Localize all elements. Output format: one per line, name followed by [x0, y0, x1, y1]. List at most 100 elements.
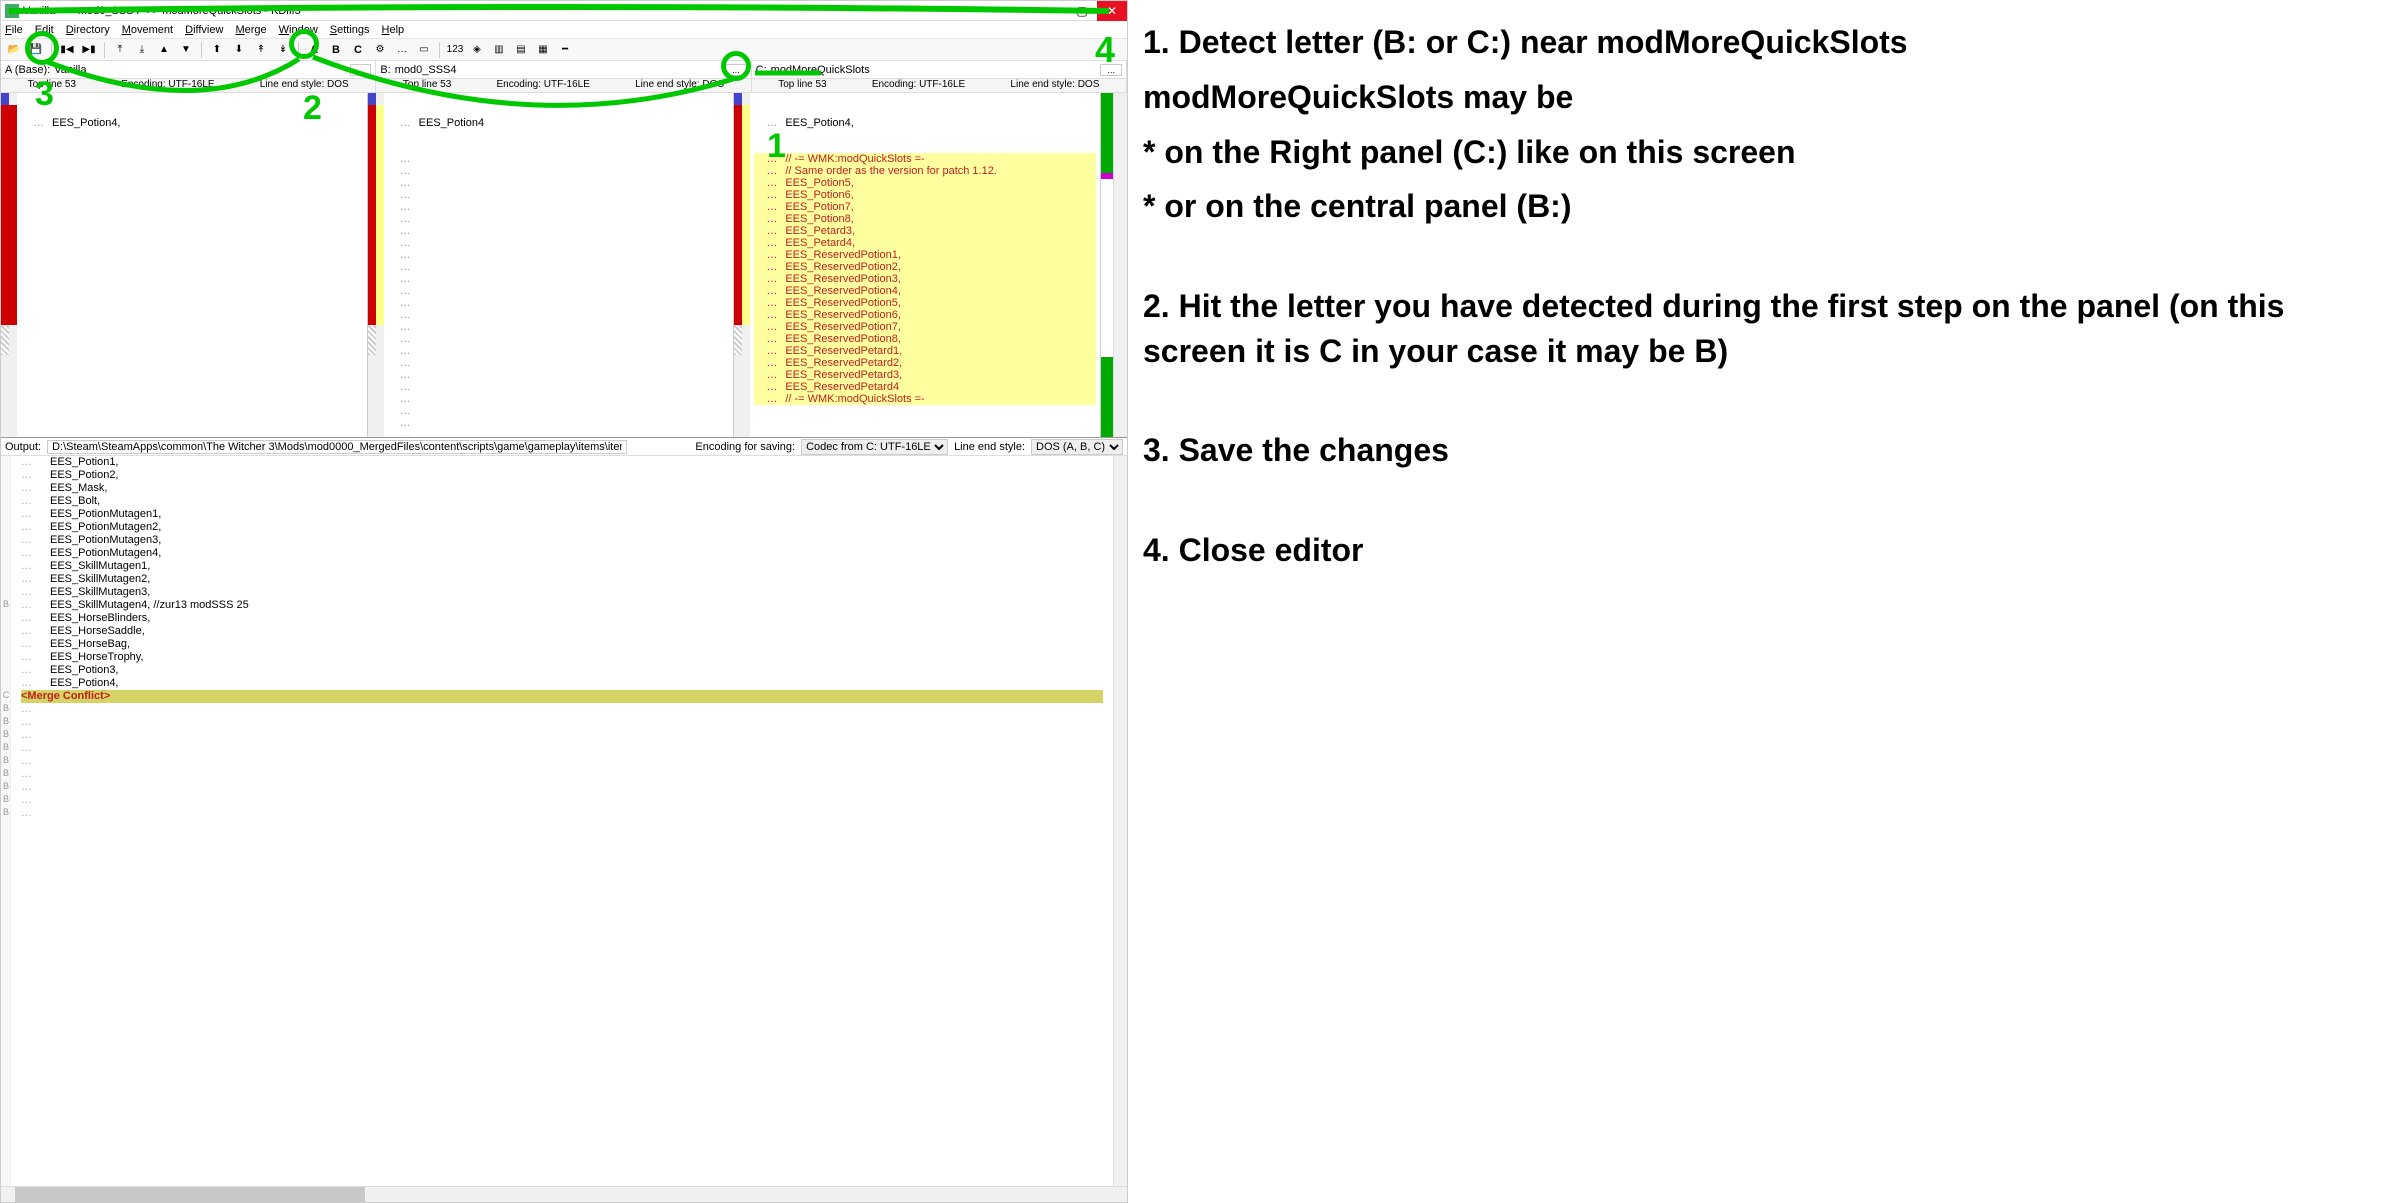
prev-conflict-icon[interactable]: ⬆	[208, 41, 226, 59]
panel-c[interactable]: …EES_Potion4, …// -= WMK:modQuickSlots =…	[734, 93, 1101, 437]
toggle-icon[interactable]: ▦	[534, 41, 552, 59]
diff-line: …EES_Potion7,	[754, 201, 1096, 213]
c-topline: Top line 53	[778, 79, 826, 92]
minimize-button[interactable]: —	[1037, 1, 1067, 21]
line-numbers-button[interactable]: 123	[446, 41, 464, 59]
output-line: …EES_SkillMutagen2,	[21, 573, 1103, 586]
menu-help[interactable]: Help	[382, 24, 405, 36]
file-b-browse[interactable]: ...	[725, 64, 747, 76]
prev-diff-icon[interactable]: ▲	[155, 41, 173, 59]
auto-merge-icon[interactable]: ⚙	[371, 41, 389, 59]
diff-line: …EES_ReservedPotion3,	[754, 273, 1096, 285]
menu-diffview[interactable]: Diffview	[185, 24, 223, 36]
b-line-text: EES_Potion4	[419, 117, 484, 129]
output-body[interactable]: BCBBBBBBBBB …EES_Potion1,…EES_Potion2, …E…	[1, 456, 1127, 1186]
maximize-button[interactable]: ▢	[1067, 1, 1097, 21]
diff-line: …EES_Petard3,	[754, 225, 1096, 237]
titlebar: Vanilla <-> mod0_SSS4 <-> modMoreQuickSl…	[1, 1, 1127, 21]
open-icon[interactable]: 📂	[5, 41, 23, 59]
output-label: Output:	[5, 441, 41, 453]
prev-unsolved-icon[interactable]: ↟	[252, 41, 270, 59]
diff-line: …// Same order as the version for patch …	[754, 165, 1096, 177]
c-lineend: Line end style: DOS	[1010, 79, 1099, 92]
file-a-input[interactable]	[54, 64, 348, 76]
output-line: …EES_PotionMutagen4,	[21, 547, 1103, 560]
diff-line: …EES_ReservedPotion5,	[754, 297, 1096, 309]
close-button[interactable]: ✕	[1097, 1, 1127, 21]
menu-settings[interactable]: Settings	[330, 24, 370, 36]
lineend-save-select[interactable]: DOS (A, B, C)	[1031, 439, 1123, 455]
c-encoding: Encoding: UTF-16LE	[872, 79, 965, 92]
output-hscroll[interactable]	[1, 1186, 1127, 1202]
unsolve-icon[interactable]: …	[393, 41, 411, 59]
next-conflict-icon[interactable]: ⬇	[230, 41, 248, 59]
split-v-icon[interactable]: ▤	[512, 41, 530, 59]
output-gutter: BCBBBBBBBBB	[1, 456, 11, 1186]
output-path-input[interactable]	[47, 440, 627, 454]
diff-vscroll[interactable]	[1113, 93, 1127, 437]
instr-1a: 1. Detect letter (B: or C:) near modMore…	[1143, 20, 2373, 65]
next-diff-icon[interactable]: ▼	[177, 41, 195, 59]
select-none-icon[interactable]: ▭	[415, 41, 433, 59]
file-a-label: A (Base):	[5, 64, 50, 76]
diff-line: …EES_ReservedPetard2,	[754, 357, 1096, 369]
toolbar: 📂 💾 ▮◀ ▶▮ ⤒ ⤓ ▲ ▼ ⬆ ⬇ ↟ ↡ A B C ⚙ … ▭ 12…	[1, 39, 1127, 61]
split-h-icon[interactable]: ▥	[490, 41, 508, 59]
menu-file[interactable]: File	[5, 24, 23, 36]
diff-line: …EES_ReservedPotion1,	[754, 249, 1096, 261]
output-line: …EES_Bolt,	[21, 495, 1103, 508]
save-icon[interactable]: 💾	[27, 41, 45, 59]
panel-b[interactable]: …EES_Potion4 …………………………………………………………………………	[368, 93, 735, 437]
output-line: …EES_HorseBlinders,	[21, 612, 1103, 625]
output-line: …EES_SkillMutagen3,	[21, 586, 1103, 599]
diff-area: …EES_Potion4, …EES_Potion4 ……………………………………	[1, 93, 1127, 438]
c-line-top: EES_Potion4,	[785, 117, 854, 129]
nav-next-icon[interactable]: ▶▮	[80, 41, 98, 59]
select-c-button[interactable]: C	[349, 41, 367, 59]
info-row: Top line 53 Encoding: UTF-16LE Line end …	[1, 79, 1127, 93]
select-b-button[interactable]: B	[327, 41, 345, 59]
output-line: …EES_Potion1,	[21, 456, 1103, 469]
output-line: …EES_PotionMutagen3,	[21, 534, 1103, 547]
menu-movement[interactable]: Movement	[122, 24, 173, 36]
instr-2: 2. Hit the letter you have detected duri…	[1143, 284, 2373, 374]
goto-top-icon[interactable]: ⤒	[111, 41, 129, 59]
diff-line: …EES_ReservedPetard1,	[754, 345, 1096, 357]
diff-line: …EES_Petard4,	[754, 237, 1096, 249]
nav-prev-icon[interactable]: ▮◀	[58, 41, 76, 59]
output-line: …EES_PotionMutagen1,	[21, 508, 1103, 521]
diff-line: …EES_ReservedPetard4	[754, 381, 1096, 393]
a-lineend: Line end style: DOS	[260, 79, 349, 92]
menu-edit[interactable]: Edit	[35, 24, 54, 36]
a-line-text: EES_Potion4,	[52, 117, 121, 129]
file-a-browse[interactable]: ...	[350, 64, 372, 76]
menu-merge[interactable]: Merge	[235, 24, 266, 36]
file-c-input[interactable]	[771, 64, 1099, 76]
next-unsolved-icon[interactable]: ↡	[274, 41, 292, 59]
goto-bottom-icon[interactable]: ⤓	[133, 41, 151, 59]
enc-save-label: Encoding for saving:	[695, 441, 795, 453]
wordwrap-icon[interactable]: ━	[556, 41, 574, 59]
file-b-input[interactable]	[395, 64, 723, 76]
diff-line: …EES_Potion6,	[754, 189, 1096, 201]
b-topline: Top line 53	[403, 79, 451, 92]
instr-3: 3. Save the changes	[1143, 428, 2373, 473]
overview-bar[interactable]	[1101, 93, 1113, 437]
diff-line: …EES_ReservedPotion8,	[754, 333, 1096, 345]
reload-icon[interactable]: ◈	[468, 41, 486, 59]
menu-window[interactable]: Window	[279, 24, 318, 36]
menu-directory[interactable]: Directory	[66, 24, 110, 36]
b-lineend: Line end style: DOS	[635, 79, 724, 92]
select-a-button[interactable]: A	[305, 41, 323, 59]
output-line: …EES_SkillMutagen4, //zur13 modSSS 25	[21, 599, 1103, 612]
file-c-browse[interactable]: ...	[1100, 64, 1122, 76]
instr-1c: * on the Right panel (C:) like on this s…	[1143, 130, 2373, 175]
output-line: …EES_HorseSaddle,	[21, 625, 1103, 638]
output-vscroll[interactable]	[1113, 456, 1127, 1186]
b-encoding: Encoding: UTF-16LE	[497, 79, 590, 92]
output-line: …EES_Potion2,	[21, 469, 1103, 482]
enc-save-select[interactable]: Codec from C: UTF-16LE	[801, 439, 948, 455]
file-b-label: B:	[380, 64, 390, 76]
diff-line: …EES_ReservedPotion7,	[754, 321, 1096, 333]
panel-a[interactable]: …EES_Potion4,	[1, 93, 368, 437]
